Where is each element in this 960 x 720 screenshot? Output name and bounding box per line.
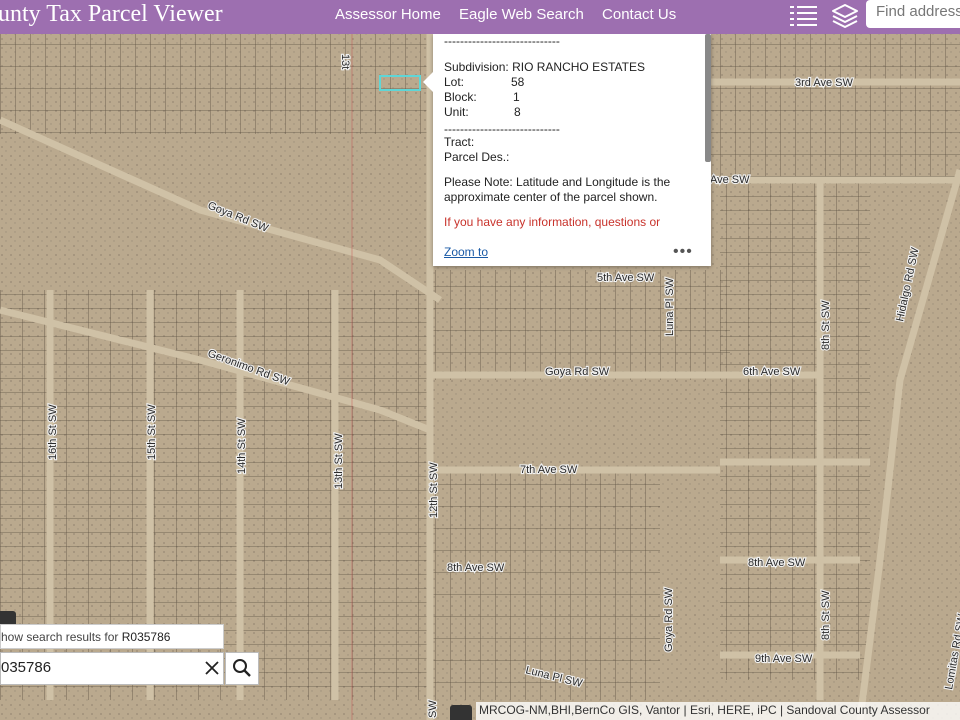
street-13th-top: 13t [339,54,351,69]
find-address-input[interactable]: Find address [866,0,960,28]
search-results-prefix: how search results for [1,630,119,644]
street-9th-ave: 9th Ave SW [755,653,813,665]
street-15th: 15th St SW [146,404,158,460]
popup-tract-row: Tract: [444,135,475,149]
street-4th-ave: Ave SW [710,174,750,186]
popup-subdivision-row: Subdivision: RIO RANCHO ESTATES [444,60,694,75]
lot-label: Lot: [444,75,465,89]
subdivision-label: Subdivision: [444,60,509,74]
block-value: 1 [513,90,520,104]
unit-label: Unit: [444,105,469,119]
street-8th-ave-east: 8th Ave SW [748,557,806,569]
search-results-link[interactable]: how search results for R035786 [0,624,224,649]
popup-parcel-row: Parcel Des.: [444,150,510,164]
app-title: unty Tax Parcel Viewer [0,1,223,27]
popup-scrollbar[interactable] [705,34,711,162]
street-luna-pl-north: Luna Pl SW [664,277,676,336]
street-goya-mid: Goya Rd SW [545,366,610,378]
attribution-toggle[interactable] [450,705,472,720]
street-7th-ave: 7th Ave SW [520,464,578,476]
nav-eagle-web-search[interactable]: Eagle Web Search [459,6,584,23]
search-input[interactable]: 035786 [0,652,224,685]
search-collapse-tab[interactable] [0,611,16,625]
list-icon[interactable] [790,3,818,29]
zoom-to-link[interactable]: Zoom to [444,245,488,259]
popup-separator-top: ----------------------------- [444,34,560,44]
popup-content: ----------------------------- Subdivisio… [444,34,694,230]
street-14th: 14th St SW [236,418,248,474]
popup-pointer [423,72,433,92]
popup-separator-mid: ----------------------------- [444,122,560,132]
subdivision-value: RIO RANCHO ESTATES [512,60,645,74]
street-6th-ave: 6th Ave SW [743,366,801,378]
search-button[interactable] [225,652,259,685]
popup-info-text: If you have any information, questions o… [444,215,661,229]
nav-assessor-home[interactable]: Assessor Home [335,6,441,23]
street-3rd-ave: 3rd Ave SW [795,77,853,89]
street-5th-ave: 5th Ave SW [597,272,655,284]
street-8th-ave: 8th Ave SW [447,562,505,574]
popup-lot-row: Lot: 58 [444,75,694,90]
nav-contact-us[interactable]: Contact Us [602,6,676,23]
block-label: Block: [444,90,477,104]
street-goya-south: Goya Rd SW [663,587,675,652]
street-16th: 16th St SW [47,404,59,460]
parcel-popup: ----------------------------- Subdivisio… [423,34,711,266]
popup-note: Please Note: Latitude and Longitude is t… [444,175,671,204]
map-attribution: MRCOG-NM,BHI,BernCo GIS, Vantor | Esri, … [476,702,960,720]
street-12th: 12th St SW [428,462,440,518]
app-header: unty Tax Parcel Viewer Assessor Home Eag… [0,0,960,34]
lot-value: 58 [511,75,525,89]
street-8th-north: 8th St SW [820,300,832,350]
street-8th-south: 8th St SW [820,590,832,640]
close-icon[interactable] [201,656,223,680]
unit-value: 8 [514,105,521,119]
street-13th: 13th St SW [333,433,345,489]
popup-unit-row: Unit: 8 [444,105,694,120]
popup-block-row: Block: 1 [444,90,694,105]
nav-bar: Assessor Home Eagle Web Search Contact U… [335,6,690,23]
street-12th-bottom: SW [427,700,439,718]
more-options-icon[interactable]: ••• [673,243,693,261]
search-icon [233,659,251,677]
search-results-term: R035786 [121,630,171,644]
layers-icon[interactable] [830,1,860,31]
